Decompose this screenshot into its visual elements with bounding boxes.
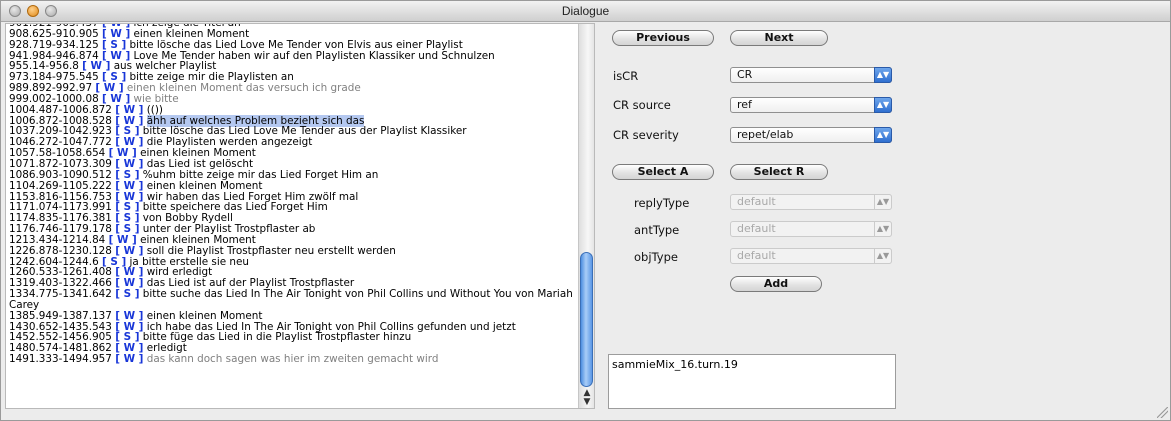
title-bar: Dialogue <box>1 1 1170 22</box>
crseverity-label: CR severity <box>613 128 679 142</box>
select-r-button[interactable]: Select R <box>730 164 828 180</box>
updown-arrows-icon: ▲▼ <box>874 248 892 264</box>
add-button[interactable]: Add <box>730 276 822 292</box>
replytype-value: default <box>737 195 776 208</box>
updown-arrows-icon: ▲▼ <box>874 221 892 237</box>
objtype-select[interactable]: default ▲▼ <box>730 248 892 264</box>
line-text: (()) <box>146 103 163 116</box>
updown-arrows-icon: ▲▼ <box>874 194 892 210</box>
anttype-value: default <box>737 222 776 235</box>
resize-grip-icon[interactable] <box>1157 407 1168 418</box>
updown-arrows-icon: ▲▼ <box>874 127 892 143</box>
crsource-label: CR source <box>613 98 671 112</box>
turn-info-box[interactable]: sammieMix_16.turn.19 <box>608 354 896 409</box>
objtype-value: default <box>737 249 776 262</box>
replytype-select[interactable]: default ▲▼ <box>730 194 892 210</box>
crseverity-select[interactable]: repet/elab ▲▼ <box>730 127 892 143</box>
line-speaker: [ S ] <box>115 288 140 301</box>
scrollbar-thumb[interactable] <box>580 252 593 387</box>
iscr-label: isCR <box>613 69 639 83</box>
previous-button[interactable]: Previous <box>612 30 714 46</box>
transcript-lines: 901.921-903.437 [ W ] ich zeige die Tite… <box>9 24 577 365</box>
updown-arrows-icon: ▲▼ <box>874 97 892 113</box>
window-title: Dialogue <box>561 4 610 18</box>
select-a-button[interactable]: Select A <box>612 164 714 180</box>
transcript-line[interactable]: 1491.333-1494.957 [ W ] das kann doch sa… <box>9 354 577 365</box>
line-text: das kann doch sagen was hier im zweiten … <box>146 353 439 366</box>
line-time: 1491.333-1494.957 <box>9 353 112 366</box>
transcript-line[interactable]: 1334.775-1341.642 [ S ] bitte suche das … <box>9 289 577 311</box>
transcript-scrollbar[interactable]: ▲ ▼ <box>578 24 594 408</box>
line-speaker: [ W ] <box>115 353 144 366</box>
dialogue-window: Dialogue 901.921-903.437 [ W ] ich zeige… <box>0 0 1171 421</box>
iscr-value: CR <box>737 68 753 81</box>
transcript-panel[interactable]: 901.921-903.437 [ W ] ich zeige die Tite… <box>5 23 595 409</box>
crseverity-value: repet/elab <box>737 128 794 141</box>
replytype-label: replyType <box>634 196 690 210</box>
anttype-select[interactable]: default ▲▼ <box>730 221 892 237</box>
anttype-label: antType <box>634 223 680 237</box>
objtype-label: objType <box>634 250 678 264</box>
updown-arrows-icon: ▲▼ <box>874 67 892 83</box>
iscr-select[interactable]: CR ▲▼ <box>730 67 892 83</box>
crsource-select[interactable]: ref ▲▼ <box>730 97 892 113</box>
turn-id-text: sammieMix_16.turn.19 <box>612 358 738 371</box>
next-button[interactable]: Next <box>730 30 828 46</box>
scroll-down-arrow-icon[interactable]: ▼ <box>582 397 592 407</box>
crsource-value: ref <box>737 98 752 111</box>
